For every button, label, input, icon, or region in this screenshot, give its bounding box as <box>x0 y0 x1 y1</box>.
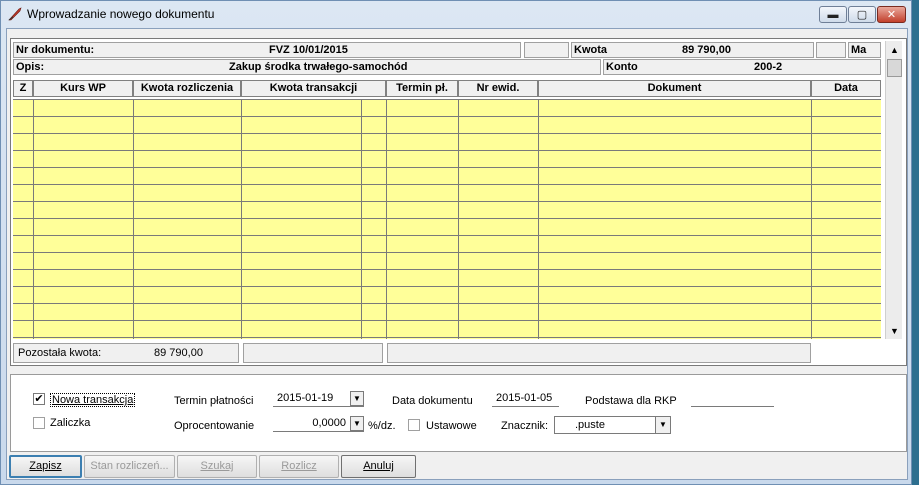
window-title: Wprowadzanie nowego dokumentu <box>27 7 215 21</box>
grid-row-line <box>13 133 881 134</box>
document-number-label: Nr dokumentu: <box>16 44 95 56</box>
amount-label: Kwota <box>574 44 607 56</box>
remaining-amount-value: 89 790,00 <box>154 347 203 359</box>
dropdown-arrow-icon[interactable]: ▼ <box>350 416 364 431</box>
side-label: Ma <box>851 44 867 56</box>
zaliczka-checkbox[interactable] <box>33 417 45 429</box>
description-value: Zakup środka trwałego-samochód <box>229 61 408 73</box>
grid-row-line <box>13 269 881 270</box>
szukaj-label: Szukaj <box>200 460 234 472</box>
zapisz-label: Zapisz <box>29 460 62 472</box>
description-label: Opis: <box>16 61 45 73</box>
grid-row-line <box>13 252 881 253</box>
maximize-icon: ▢ <box>856 9 868 21</box>
dropdown-arrow-icon[interactable]: ▼ <box>350 391 364 406</box>
maximize-button[interactable]: ▢ <box>848 6 876 23</box>
grid-row-line <box>13 201 881 202</box>
footer-cell-3 <box>387 343 811 363</box>
grid-row-line <box>13 116 881 117</box>
vertical-scrollbar[interactable]: ▲ ▼ <box>885 41 902 339</box>
account-cell: Konto 200-2 <box>603 59 881 75</box>
document-entry-window: Wprowadzanie nowego dokumentu ▬ ▢ ✕ Nr d… <box>0 0 912 485</box>
anuluj-label: Anuluj <box>363 460 394 472</box>
grid-row-line <box>13 303 881 304</box>
remaining-amount-cell: Pozostała kwota: 89 790,00 <box>13 343 239 363</box>
side-cell: Ma <box>848 42 881 58</box>
podstawa-rkp-label: Podstawa dla RKP <box>585 395 677 407</box>
info-spacer-2 <box>816 42 846 58</box>
col-header-kurs-wp[interactable]: Kurs WP <box>33 80 133 97</box>
check-icon: ✔ <box>34 393 44 405</box>
col-header-data[interactable]: Data <box>811 80 881 97</box>
scroll-thumb[interactable] <box>887 59 902 77</box>
grid-row-line <box>13 320 881 321</box>
oprocentowanie-label: Oprocentowanie <box>174 420 255 432</box>
termin-platnosci-label: Termin płatności <box>174 395 254 407</box>
col-header-termin[interactable]: Termin pł. <box>386 80 458 97</box>
col-header-kwota-transakcji[interactable]: Kwota transakcji <box>241 80 386 97</box>
podstawa-rkp-field[interactable] <box>691 391 774 407</box>
termin-platnosci-value: 2015-01-19 <box>277 392 334 404</box>
szukaj-button[interactable]: Szukaj <box>177 455 257 478</box>
grid-row-line <box>13 235 881 236</box>
account-label: Konto <box>606 61 638 73</box>
nowa-transakcja-checkbox[interactable]: ✔ <box>33 393 45 405</box>
grid-body[interactable] <box>13 99 881 339</box>
zapisz-button[interactable]: Zapisz <box>9 455 82 478</box>
nowa-transakcja-label[interactable]: Nowa transakcja <box>50 393 136 407</box>
data-dokumentu-label: Data dokumentu <box>392 395 473 407</box>
options-panel: ✔ Nowa transakcja Zaliczka Termin płatno… <box>10 374 907 452</box>
document-number-value: FVZ 10/01/2015 <box>269 44 348 56</box>
col-header-nr-ewid[interactable]: Nr ewid. <box>458 80 538 97</box>
col-header-dokument[interactable]: Dokument <box>538 80 811 97</box>
znacznik-select[interactable]: .puste ▼ <box>554 416 671 434</box>
close-button[interactable]: ✕ <box>877 6 906 23</box>
data-dokumentu-field[interactable]: 2015-01-05 <box>492 391 559 407</box>
grid-row-line <box>13 286 881 287</box>
scroll-down-icon[interactable]: ▼ <box>886 322 903 339</box>
grid-row-line <box>13 337 881 338</box>
stan-rozliczen-label: Stan rozliczeń... <box>90 460 169 472</box>
info-spacer <box>524 42 569 58</box>
account-value: 200-2 <box>754 61 783 73</box>
anuluj-button[interactable]: Anuluj <box>341 455 416 478</box>
minimize-button[interactable]: ▬ <box>819 6 847 23</box>
grid-footer: Pozostała kwota: 89 790,00 <box>13 343 881 363</box>
znacznik-label: Znacznik: <box>501 420 549 432</box>
grid-header: Z Kurs WP Kwota rozliczenia Kwota transa… <box>13 80 881 97</box>
amount-value: 89 790,00 <box>682 44 731 56</box>
client-area: Nr dokumentu: FVZ 10/01/2015 Kwota 89 79… <box>6 28 908 480</box>
ustawowe-label[interactable]: Ustawowe <box>426 420 477 432</box>
document-number-cell: Nr dokumentu: FVZ 10/01/2015 <box>13 42 521 58</box>
oprocentowanie-combo[interactable]: 0,0000 ▼ <box>273 416 364 432</box>
app-feather-icon <box>8 7 22 21</box>
grid-row-line <box>13 99 881 100</box>
grid-row-line <box>13 167 881 168</box>
dropdown-arrow-icon[interactable]: ▼ <box>655 417 670 433</box>
title-bar[interactable]: Wprowadzanie nowego dokumentu ▬ ▢ ✕ <box>1 1 911 28</box>
rate-unit-label: %/dz. <box>368 420 396 432</box>
settlement-grid: Nr dokumentu: FVZ 10/01/2015 Kwota 89 79… <box>10 38 907 366</box>
col-header-kwota-rozliczenia[interactable]: Kwota rozliczenia <box>133 80 241 97</box>
data-dokumentu-value: 2015-01-05 <box>496 392 553 404</box>
amount-cell: Kwota 89 790,00 <box>571 42 814 58</box>
termin-platnosci-combo[interactable]: 2015-01-19 ▼ <box>273 391 364 407</box>
ustawowe-checkbox[interactable] <box>408 419 420 431</box>
grid-row-line <box>13 150 881 151</box>
close-icon: ✕ <box>886 9 897 21</box>
stan-rozliczen-button[interactable]: Stan rozliczeń... <box>84 455 175 478</box>
remaining-amount-label: Pozostała kwota: <box>18 347 102 359</box>
footer-cell-2 <box>243 343 383 363</box>
scroll-up-icon[interactable]: ▲ <box>886 41 903 58</box>
description-cell: Opis: Zakup środka trwałego-samochód <box>13 59 601 75</box>
zaliczka-label[interactable]: Zaliczka <box>50 417 90 429</box>
col-header-z[interactable]: Z <box>13 80 33 97</box>
rozlicz-label: Rozlicz <box>281 460 317 472</box>
minimize-icon: ▬ <box>827 8 839 21</box>
grid-row-line <box>13 218 881 219</box>
rozlicz-button[interactable]: Rozlicz <box>259 455 339 478</box>
grid-row-line <box>13 184 881 185</box>
znacznik-value: .puste <box>575 419 605 431</box>
button-bar: Zapisz Stan rozliczeń... Szukaj Rozlicz … <box>7 452 907 480</box>
